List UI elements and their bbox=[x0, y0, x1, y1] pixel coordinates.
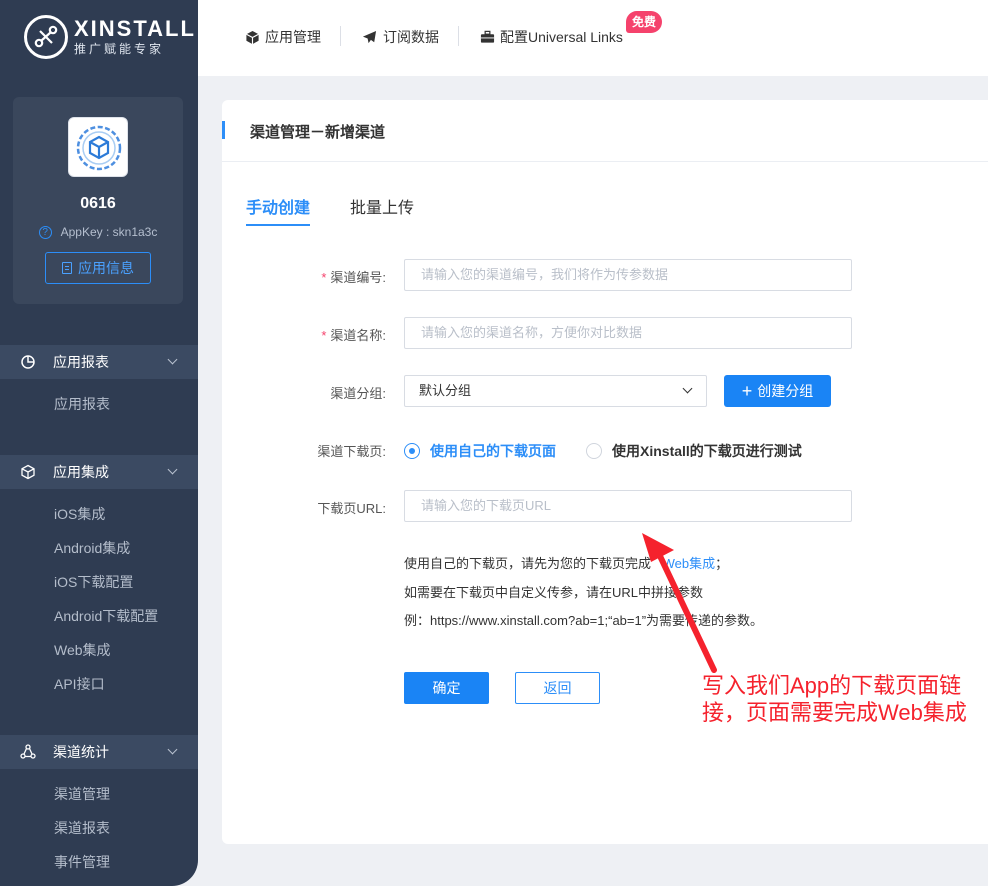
sidebar-item-event-management[interactable]: 事件管理 bbox=[0, 845, 198, 879]
sidebar-item-android-integration[interactable]: Android集成 bbox=[0, 531, 198, 565]
channel-number-input[interactable]: 请输入您的渠道编号，我们将作为传参数据 bbox=[404, 259, 852, 291]
app-key-text: AppKey : skn1a3c bbox=[60, 225, 158, 239]
brand-logo[interactable]: XINSTALL 推广赋能专家 bbox=[24, 14, 196, 60]
plus-icon: + bbox=[741, 381, 753, 401]
cube-icon bbox=[246, 30, 259, 44]
app-key: ? AppKey : skn1a3c bbox=[13, 225, 183, 239]
nav-header-channel-stats[interactable]: 渠道统计 bbox=[0, 735, 198, 769]
top-nav-universal-links[interactable]: 配置Universal Links bbox=[480, 27, 623, 47]
brand-slogan: 推广赋能专家 bbox=[74, 42, 165, 56]
channel-group-label: 渠道分组: bbox=[330, 386, 386, 401]
divider bbox=[458, 26, 459, 46]
sidebar-item-ios-integration[interactable]: iOS集成 bbox=[0, 497, 198, 531]
sidebar-item-channel-report[interactable]: 渠道报表 bbox=[0, 811, 198, 845]
sidebar-item-api[interactable]: API接口 bbox=[0, 667, 198, 701]
annotation-text: 写入我们App的下载页面链接，页面需要完成Web集成 bbox=[702, 673, 967, 725]
confirm-button[interactable]: 确定 bbox=[404, 672, 489, 704]
xinstall-logo-icon bbox=[24, 15, 68, 59]
create-group-button[interactable]: + 创建分组 bbox=[724, 375, 831, 407]
main-card: 渠道管理－新增渠道 手动创建 批量上传 * 渠道编号: 请输入您的渠道编号，我们将… bbox=[222, 100, 988, 844]
nav-group-channel-stats: 渠道统计 渠道管理 渠道报表 事件管理 bbox=[0, 735, 198, 879]
page-title: 渠道管理－新增渠道 bbox=[250, 124, 386, 141]
divider bbox=[340, 26, 341, 46]
app-name: 0616 bbox=[80, 195, 116, 212]
sidebar: XINSTALL 推广赋能专家 0616 ? AppKey : skn1a3c … bbox=[0, 0, 198, 886]
download-url-input[interactable]: 请输入您的下载页URL bbox=[404, 490, 852, 522]
active-tab-indicator bbox=[246, 224, 310, 226]
nav-group-app-report: 应用报表 应用报表 bbox=[0, 345, 198, 421]
app-card: 0616 ? AppKey : skn1a3c 应用信息 bbox=[13, 97, 183, 304]
document-icon bbox=[62, 262, 72, 274]
radio-own-download-page[interactable]: 使用自己的下载页面 bbox=[404, 441, 556, 461]
paper-plane-icon bbox=[362, 30, 377, 43]
app-icon bbox=[68, 117, 128, 177]
nav-header-app-integration[interactable]: 应用集成 bbox=[0, 455, 198, 489]
brand-name: XINSTALL bbox=[74, 16, 196, 41]
sidebar-item-ios-download-config[interactable]: iOS下载配置 bbox=[0, 565, 198, 599]
channel-group-select[interactable]: 默认分组 bbox=[404, 375, 707, 407]
pie-chart-icon bbox=[21, 355, 35, 369]
sidebar-item-web-integration[interactable]: Web集成 bbox=[0, 633, 198, 667]
sidebar-item-app-report[interactable]: 应用报表 bbox=[0, 387, 198, 421]
tab-manual-create[interactable]: 手动创建 bbox=[246, 194, 310, 218]
back-button[interactable]: 返回 bbox=[515, 672, 600, 704]
top-nav-app-management[interactable]: 应用管理 bbox=[245, 27, 321, 47]
briefcase-icon bbox=[480, 30, 495, 43]
nav-header-app-report[interactable]: 应用报表 bbox=[0, 345, 198, 379]
app-info-button[interactable]: 应用信息 bbox=[45, 252, 151, 284]
channel-number-label: * 渠道编号: bbox=[321, 270, 386, 285]
free-badge: 免费 bbox=[626, 11, 662, 33]
chevron-down-icon bbox=[167, 744, 178, 755]
top-bar: 应用管理 订阅数据 配置Universal Links 免费 bbox=[198, 0, 988, 76]
annotation-arrow-icon bbox=[642, 533, 717, 673]
tab-batch-upload[interactable]: 批量上传 bbox=[350, 194, 414, 218]
radio-checked-icon bbox=[404, 443, 420, 459]
chevron-down-icon bbox=[682, 383, 693, 394]
top-nav-subscription-data[interactable]: 订阅数据 bbox=[362, 27, 439, 47]
cube-icon bbox=[21, 464, 35, 480]
download-url-label: 下载页URL: bbox=[317, 501, 386, 516]
nav-group-app-integration: 应用集成 iOS集成 Android集成 iOS下载配置 Android下载配置… bbox=[0, 455, 198, 701]
help-icon[interactable]: ? bbox=[38, 225, 52, 239]
share-nodes-icon bbox=[20, 744, 36, 759]
chevron-down-icon bbox=[167, 464, 178, 475]
radio-xinstall-download-page[interactable]: 使用Xinstall的下载页进行测试 bbox=[586, 441, 802, 461]
title-accent-bar bbox=[222, 121, 225, 139]
channel-name-input[interactable]: 请输入您的渠道名称，方便你对比数据 bbox=[404, 317, 852, 349]
divider bbox=[222, 161, 988, 162]
required-mark: * bbox=[321, 328, 327, 343]
required-mark: * bbox=[321, 270, 327, 285]
radio-unchecked-icon bbox=[586, 443, 602, 459]
download-page-label: 渠道下载页: bbox=[317, 444, 386, 459]
sidebar-item-android-download-config[interactable]: Android下载配置 bbox=[0, 599, 198, 633]
channel-name-label: * 渠道名称: bbox=[321, 328, 386, 343]
sidebar-item-channel-management[interactable]: 渠道管理 bbox=[0, 777, 198, 811]
chevron-down-icon bbox=[167, 354, 178, 365]
